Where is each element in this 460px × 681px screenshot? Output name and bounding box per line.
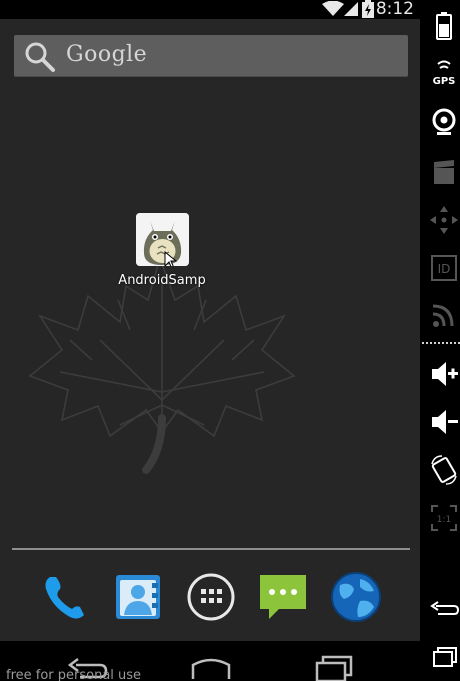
search-label: Google (66, 42, 148, 67)
app-label[interactable]: AndroidSamp (112, 273, 212, 288)
all-apps-button[interactable] (185, 571, 237, 623)
side-recent-apps-button[interactable] (428, 642, 460, 674)
clapperboard-icon (434, 160, 454, 184)
emulator-screen: 8:12 Google AndroidSamp free for persona… (0, 0, 420, 681)
phone-icon (45, 577, 84, 619)
status-bar: 8:12 (0, 0, 420, 19)
search-icon (25, 42, 55, 72)
gps-icon: GPS (433, 60, 456, 87)
side-back-button[interactable] (428, 594, 460, 626)
id-label: ID (438, 262, 451, 276)
volume-up-button[interactable] (428, 358, 460, 390)
webcam-icon (432, 108, 456, 135)
messaging-icon (260, 575, 306, 619)
battery-icon (436, 12, 452, 40)
emulator-side-panel (420, 0, 460, 681)
wifi-icon (322, 1, 344, 16)
id-card-icon: ID (431, 255, 457, 281)
messaging-dock-button[interactable] (257, 571, 309, 623)
scale-icon: 1:1 (431, 505, 457, 531)
dpad-control-button[interactable] (428, 204, 460, 236)
rotate-icon (431, 455, 457, 485)
scale-label: 1:1 (437, 515, 451, 525)
volume-down-button[interactable] (428, 406, 460, 438)
network-control-button[interactable] (428, 300, 460, 332)
app-drawer-icon (187, 573, 235, 621)
recent-apps-button[interactable] (313, 651, 357, 681)
mouse-cursor-icon (164, 251, 178, 266)
scale-button[interactable]: 1:1 (428, 502, 460, 534)
home-icon (191, 658, 231, 679)
gps-control-button[interactable]: GPS (428, 60, 460, 92)
status-time: 8:12 (375, 0, 414, 19)
media-control-button[interactable] (428, 156, 460, 188)
move-arrows-icon (430, 206, 458, 234)
androidsample-app-icon[interactable] (136, 213, 189, 266)
dock-divider (12, 548, 410, 550)
gps-label: GPS (433, 76, 456, 87)
side-panel-separator (422, 342, 460, 344)
totoro-icon (136, 213, 189, 266)
back-icon (430, 601, 460, 615)
battery-control-button[interactable] (428, 10, 460, 42)
globe-icon (331, 572, 381, 622)
google-search-bar[interactable]: Google (14, 35, 408, 77)
contacts-icon (116, 575, 160, 619)
battery-icon (362, 0, 374, 18)
recent-apps-icon (315, 655, 353, 681)
contacts-dock-button[interactable] (112, 571, 164, 623)
rotate-button[interactable] (428, 454, 460, 486)
volume-down-icon (432, 410, 458, 434)
device-id-button[interactable]: ID (428, 252, 460, 284)
signal-icon (344, 2, 358, 16)
volume-up-icon (432, 362, 458, 386)
rss-icon (432, 304, 454, 327)
watermark-text: free for personal use (6, 668, 142, 681)
browser-dock-button[interactable] (330, 571, 382, 623)
recent-apps-icon (433, 647, 457, 667)
home-button[interactable] (189, 651, 233, 681)
phone-dock-button[interactable] (40, 571, 92, 623)
camera-control-button[interactable] (428, 106, 460, 138)
